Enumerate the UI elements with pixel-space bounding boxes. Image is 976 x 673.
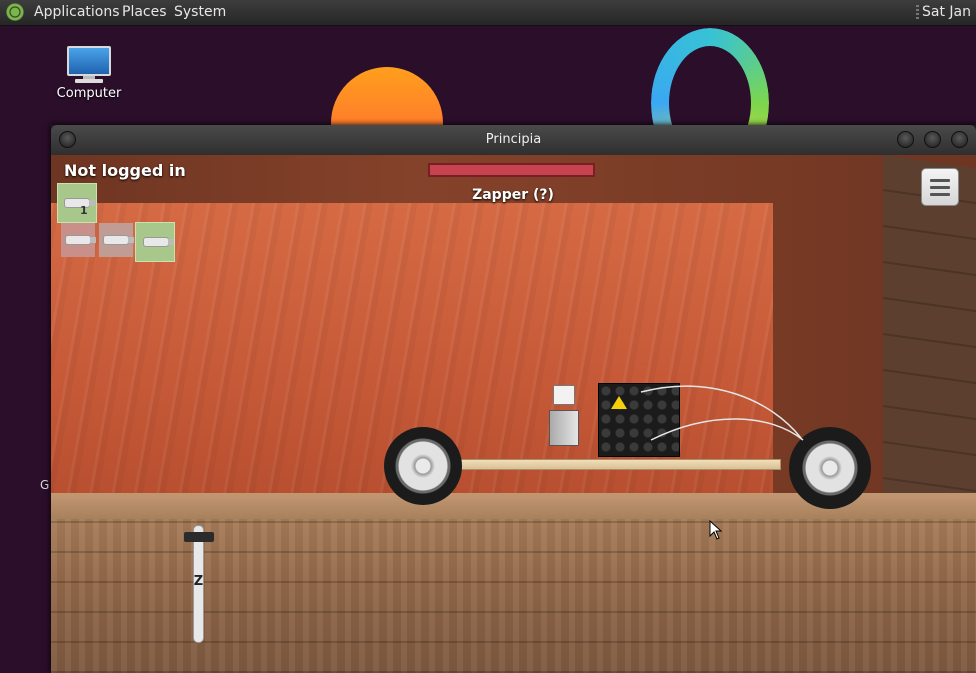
gun-icon	[103, 235, 134, 245]
maximize-button[interactable]	[924, 131, 941, 148]
window-title: Principia	[485, 132, 542, 147]
minimize-button[interactable]	[897, 131, 914, 148]
menu-icon	[930, 179, 950, 182]
panel-separator	[916, 5, 919, 20]
principia-window: Principia Not logged in Zapper (?) 1 Z	[51, 125, 976, 673]
menu-system[interactable]: System	[174, 4, 226, 20]
robot-character[interactable]	[549, 385, 579, 455]
health-bar	[428, 163, 595, 177]
tool-slot-gun[interactable]	[99, 223, 134, 257]
zoom-slider-handle[interactable]	[184, 532, 214, 542]
wood-floor	[51, 493, 976, 673]
tool-slot-builder[interactable]	[135, 222, 175, 262]
wooden-plank[interactable]	[457, 459, 781, 470]
desktop-stray-text: G	[40, 478, 50, 492]
tool-slot-number: 1	[80, 204, 88, 217]
game-canvas[interactable]: Not logged in Zapper (?) 1 Z	[51, 155, 976, 673]
tool-slot-primary[interactable]: 1	[57, 183, 97, 223]
mouse-cursor-icon	[709, 520, 723, 540]
desktop-icon-computer[interactable]: Computer	[56, 46, 122, 101]
distro-logo-icon[interactable]	[6, 3, 24, 21]
tool-slot-wrench[interactable]	[61, 223, 96, 257]
builder-tool-icon	[143, 237, 174, 247]
menu-applications[interactable]: Applications	[34, 4, 120, 20]
desktop-icon-label: Computer	[56, 86, 122, 101]
close-button[interactable]	[951, 131, 968, 148]
wrench-icon	[65, 235, 96, 245]
clock[interactable]: Sat Jan 1	[922, 4, 976, 20]
login-status[interactable]: Not logged in	[64, 161, 186, 180]
menu-places[interactable]: Places	[122, 4, 167, 20]
cable[interactable]	[631, 380, 811, 450]
computer-icon	[65, 46, 113, 83]
hamburger-menu-button[interactable]	[921, 168, 959, 206]
side-wall	[883, 155, 976, 529]
window-titlebar[interactable]: Principia	[51, 125, 976, 155]
wheel-left[interactable]	[384, 427, 462, 505]
top-panel: Applications Places System Sat Jan 1	[0, 0, 976, 26]
current-tool-name[interactable]: Zapper (?)	[428, 187, 598, 203]
zoom-slider-label: Z	[193, 574, 204, 589]
warning-icon	[611, 396, 627, 409]
